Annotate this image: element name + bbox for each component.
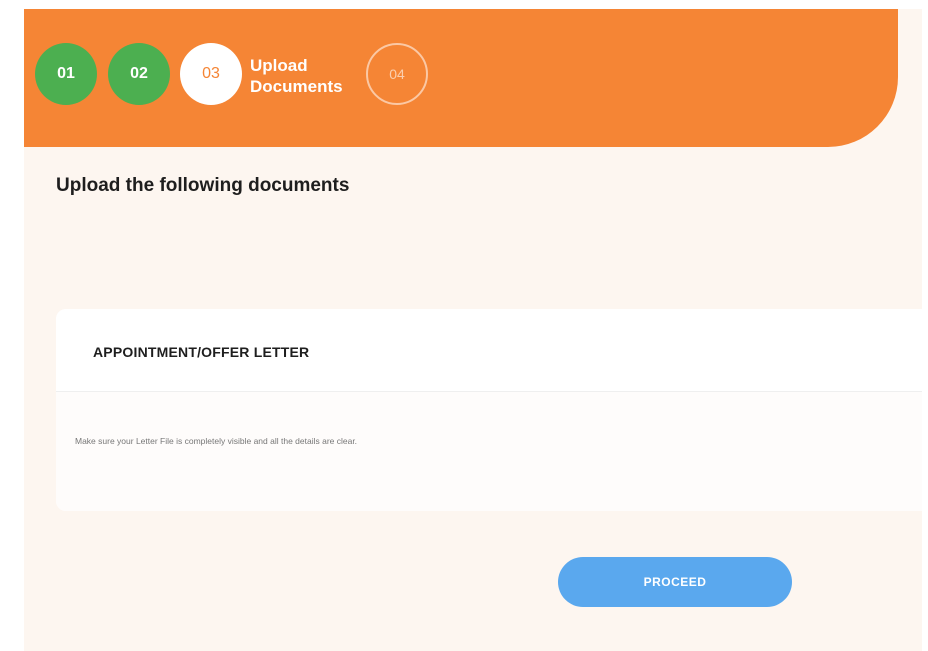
step-2-complete[interactable]: 02 [108, 43, 170, 105]
document-card-title: APPOINTMENT/OFFER LETTER [93, 344, 310, 360]
step-4-pending: 04 [366, 43, 428, 105]
page-title: Upload the following documents [56, 175, 350, 196]
proceed-button[interactable]: PROCEED [558, 557, 792, 607]
step-3-current: 03 [180, 43, 242, 105]
current-step-label: Upload Documents [250, 55, 360, 97]
step-4-number: 04 [389, 66, 405, 82]
document-card-header: APPOINTMENT/OFFER LETTER [56, 309, 922, 392]
document-card[interactable]: APPOINTMENT/OFFER LETTER Make sure your … [56, 309, 922, 511]
current-step-label-line1: Upload [250, 56, 308, 75]
document-card-note: Make sure your Letter File is completely… [75, 436, 358, 446]
stepper-header: 01 02 03 Upload Documents 04 [24, 9, 898, 147]
step-1-complete[interactable]: 01 [35, 43, 97, 105]
current-step-label-line2: Documents [250, 77, 343, 96]
step-1-number: 01 [57, 65, 75, 82]
step-2-number: 02 [130, 65, 148, 82]
document-card-body[interactable]: Make sure your Letter File is completely… [56, 392, 922, 511]
step-3-number: 03 [202, 65, 220, 82]
upload-page: 01 02 03 Upload Documents 04 Upload the … [24, 9, 922, 651]
